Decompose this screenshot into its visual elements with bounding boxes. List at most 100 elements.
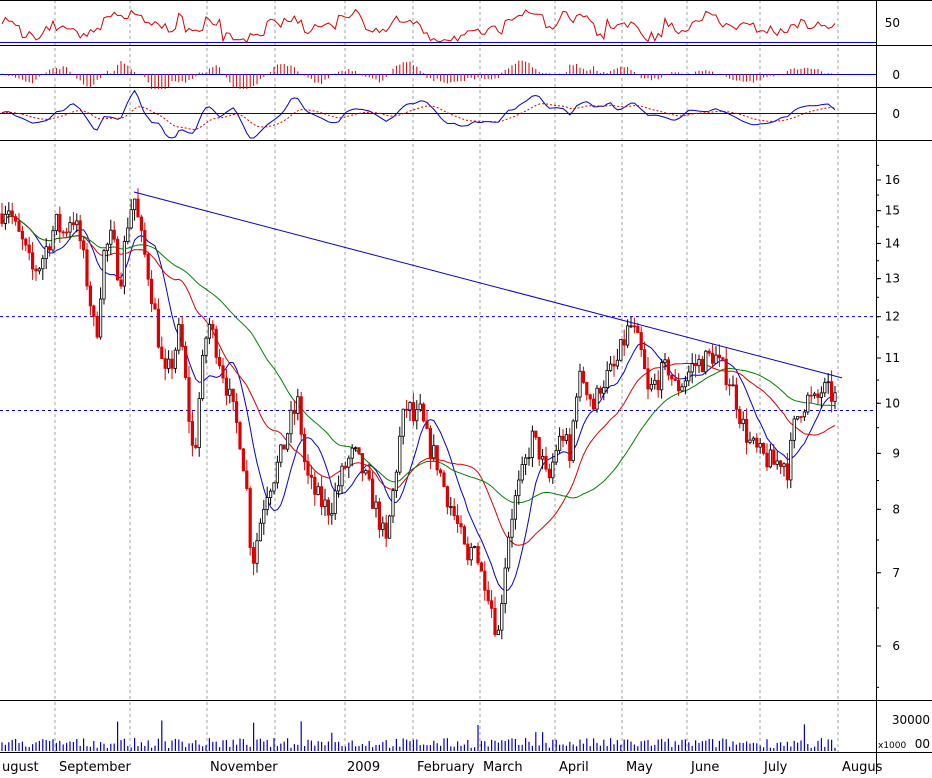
candle-body (571, 420, 575, 461)
candle-body (3, 213, 7, 224)
candle-body (738, 408, 742, 425)
candle-body (343, 465, 348, 468)
x-axis-label: May (626, 760, 653, 774)
candle-body (194, 444, 198, 448)
candle-body (340, 465, 344, 487)
candle-body (24, 238, 28, 246)
candle-body (302, 433, 307, 463)
candle-body (609, 363, 613, 371)
candle-body (489, 600, 494, 609)
trendline (133, 191, 843, 379)
candle-body (105, 243, 109, 251)
candle-body (438, 469, 443, 474)
candle-body (129, 209, 133, 229)
candle-body (58, 213, 62, 233)
candle-body (534, 430, 538, 438)
price-tick-label: 9 (892, 446, 900, 460)
candle-body (561, 435, 565, 441)
candle-body (0, 213, 4, 224)
horizontal-levels (0, 316, 876, 411)
candle-body (683, 380, 688, 388)
price-tick-label: 8 (892, 502, 900, 516)
candle-body (279, 444, 283, 463)
stock-chart: 50 0 0 30000 00 x1000 6 7 8 9 10 11 12 13 14 15 16 u… (0, 0, 932, 775)
candle-body (510, 518, 514, 538)
candle-body (765, 452, 769, 468)
volume-panel: 30000 00 x1000 (1, 713, 930, 751)
candle-body (595, 387, 599, 410)
candle-body (234, 401, 239, 423)
price-tick-label: 15 (885, 204, 900, 218)
candle-body (197, 398, 201, 448)
candles (0, 188, 837, 640)
candle-body (353, 447, 358, 450)
candle-body (428, 428, 433, 459)
candle-body (221, 365, 225, 379)
candle-body (272, 482, 276, 492)
candle-body (666, 359, 671, 376)
candle-body (755, 437, 759, 448)
candle-body (180, 324, 184, 347)
macd-line (1, 89, 836, 139)
candle-body (513, 495, 518, 520)
x-axis-label: April (559, 760, 589, 774)
candle-body (806, 394, 810, 413)
candle-body (455, 515, 460, 524)
candle-body (530, 430, 535, 458)
candle-body (435, 445, 439, 471)
price-tick-label: 12 (885, 310, 900, 324)
candle-body (833, 392, 837, 402)
candle-body (415, 409, 419, 422)
x-axis-label: July (763, 760, 788, 774)
candle-body (245, 470, 249, 489)
candle-body (34, 268, 38, 272)
candle-body (779, 460, 783, 467)
candle-body (411, 402, 416, 422)
candle-body (592, 398, 596, 410)
candle-body (68, 222, 72, 233)
candle-body (819, 392, 824, 398)
candle-body (102, 250, 106, 300)
candle-body (285, 433, 290, 450)
candle-body (697, 358, 701, 367)
candle-body (605, 370, 609, 388)
price-axis: 6 7 8 9 10 11 12 13 14 15 16 (876, 164, 900, 688)
candle-body (258, 522, 263, 542)
candle-body (541, 456, 545, 460)
candle-body (364, 470, 368, 474)
candle-body (483, 570, 487, 591)
candle-body (626, 325, 630, 346)
candle-body (452, 506, 456, 517)
candle-body (296, 396, 300, 414)
candle-body (564, 434, 569, 441)
candle-body (13, 216, 18, 222)
candle-body (224, 377, 228, 396)
candle-body (700, 358, 705, 373)
candle-body (459, 523, 463, 528)
moving-average-line (1, 215, 836, 592)
candle-body (524, 457, 528, 466)
histogram-panel: 0 (0, 60, 900, 89)
candle-body (44, 246, 48, 259)
candle-body (398, 435, 402, 473)
candle-body (336, 485, 341, 492)
candle-body (789, 439, 793, 481)
candle-body (472, 546, 477, 548)
x-axis-label: ugust (2, 760, 39, 774)
candle-body (370, 478, 375, 509)
candle-body (782, 463, 786, 467)
x-axis-label: February (417, 760, 475, 774)
candle-body (826, 381, 830, 384)
candle-body (517, 479, 521, 497)
x-axis-label: Augus (842, 760, 883, 774)
candle-body (677, 379, 681, 392)
candle-body (721, 357, 725, 360)
candle-body (350, 447, 354, 459)
candle-body (506, 536, 511, 569)
candle-body (319, 486, 324, 507)
candle-body (207, 323, 211, 339)
candle-body (493, 607, 497, 635)
candle-body (527, 457, 531, 459)
volume-baseline-label: 00 (915, 737, 930, 751)
candle-body (762, 443, 766, 454)
